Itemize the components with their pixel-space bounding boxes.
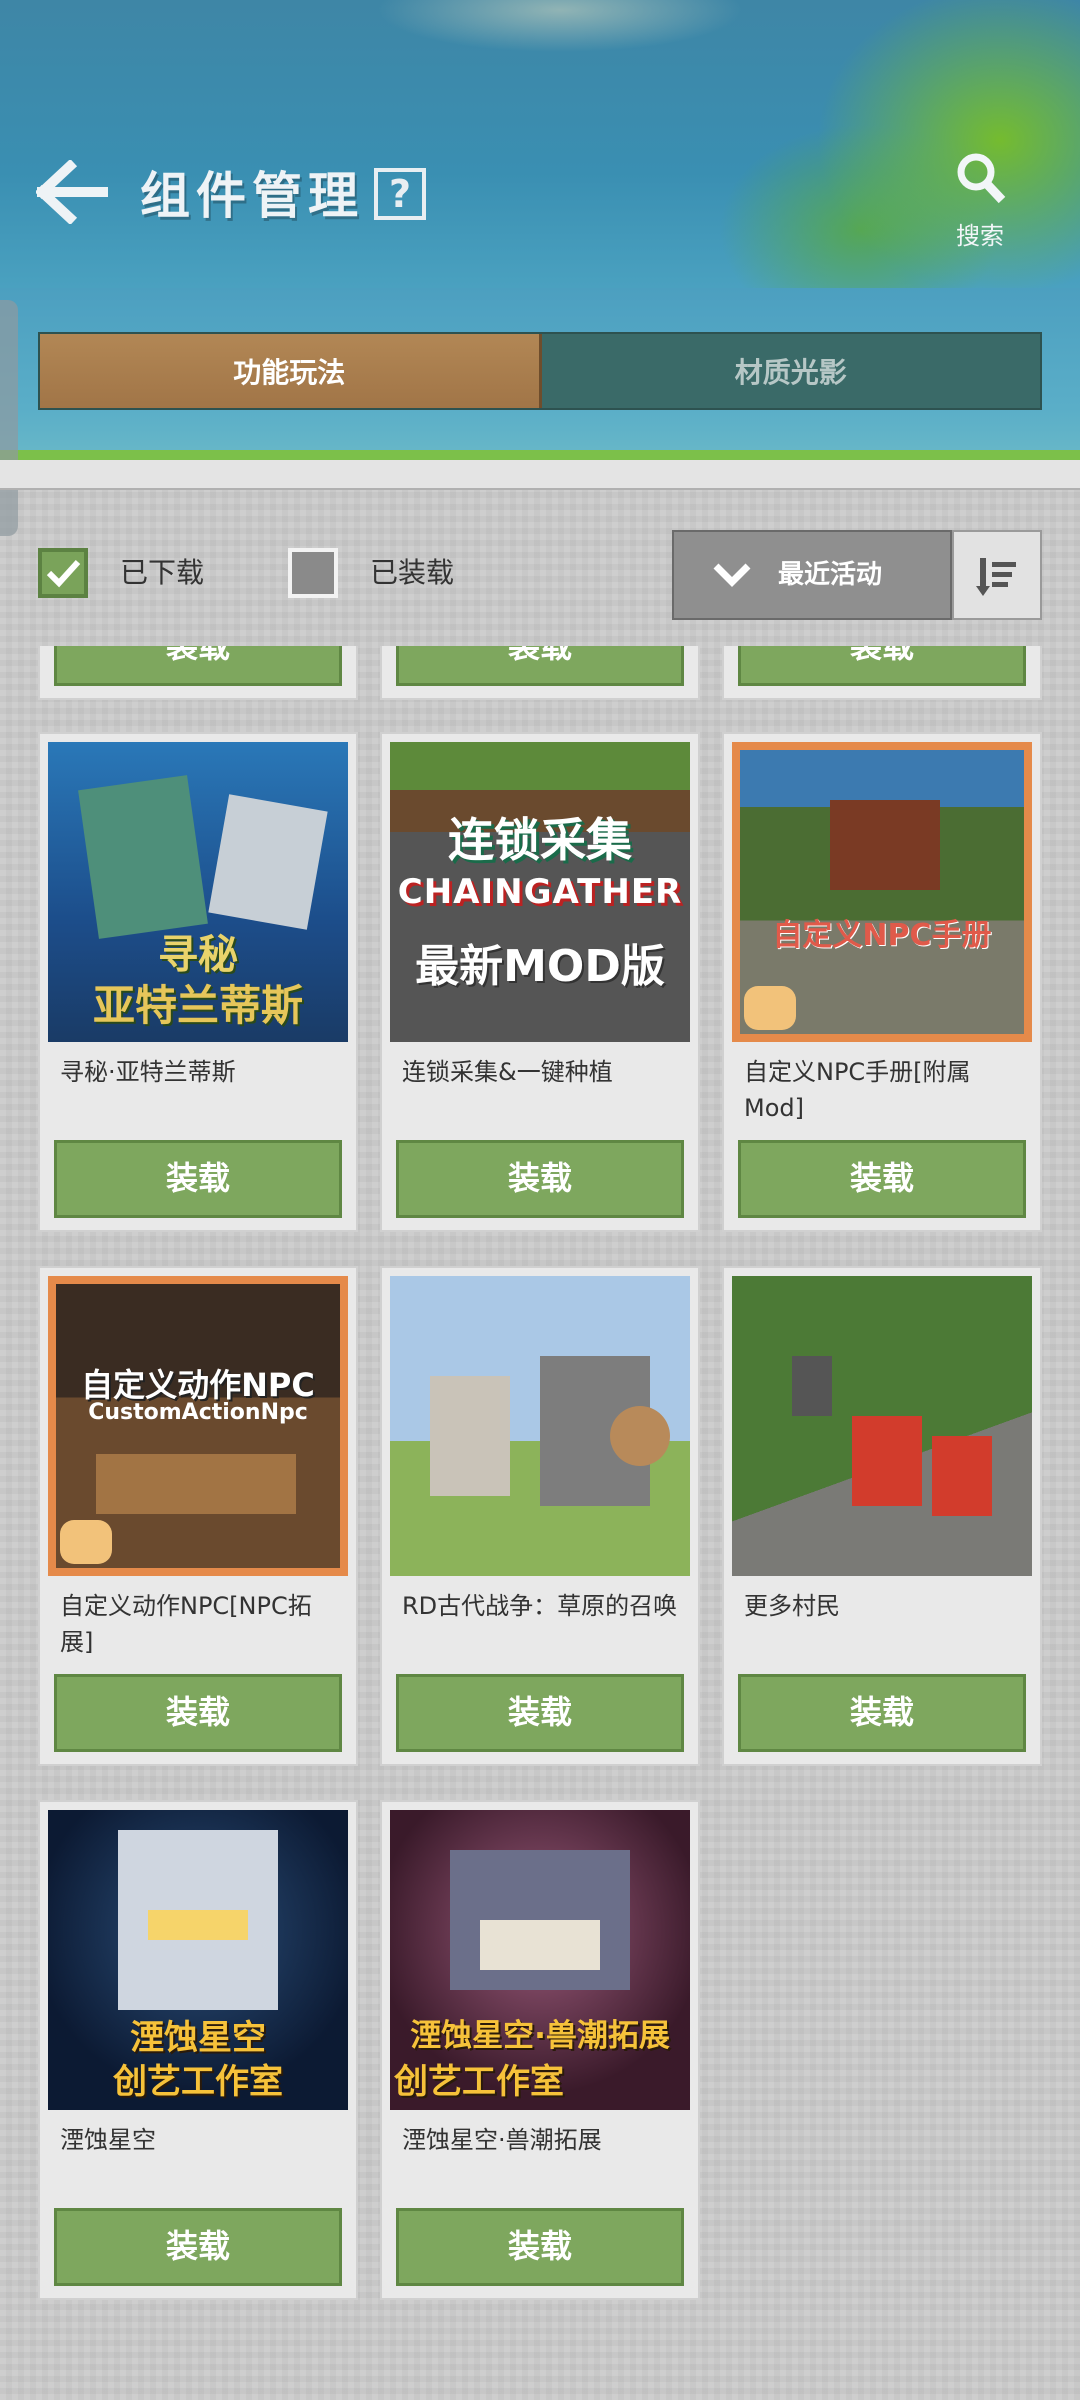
addon-thumbnail xyxy=(732,1276,1032,1576)
installed-label: 已装载 xyxy=(370,556,455,589)
addon-card: 装载 xyxy=(38,646,358,700)
divider xyxy=(0,460,1080,490)
downloaded-checkbox[interactable] xyxy=(38,548,88,598)
category-tabs: 功能玩法 材质光影 xyxy=(38,332,1042,410)
sort-dropdown[interactable]: 最近活动 xyxy=(672,530,952,620)
tab-gameplay[interactable]: 功能玩法 xyxy=(40,334,542,408)
load-button[interactable]: 装载 xyxy=(396,1674,684,1752)
addon-thumbnail: 连锁采集 CHAINGATHER 最新MOD版 xyxy=(390,742,690,1042)
addon-name: 连锁采集&一键种植 xyxy=(402,1058,613,1086)
addon-thumbnail: 寻秘 亚特兰蒂斯 xyxy=(48,742,348,1042)
addon-card[interactable]: 湮蚀星空·兽潮拓展 创艺工作室 湮蚀星空·兽潮拓展 装载 xyxy=(380,1800,700,2300)
sort-order-button[interactable] xyxy=(952,530,1042,620)
load-button[interactable]: 装载 xyxy=(396,2208,684,2286)
installed-checkbox[interactable] xyxy=(288,548,338,598)
addon-card[interactable]: 自定义NPC手册 自定义NPC手册[附属Mod] 装载 xyxy=(722,732,1042,1232)
addon-name: 湮蚀星空·兽潮拓展 xyxy=(402,2126,602,2154)
downloaded-label: 已下载 xyxy=(120,556,205,589)
addon-card[interactable]: RD古代战争：草原的召唤 装载 xyxy=(380,1266,700,1766)
load-button[interactable]: 装载 xyxy=(54,2208,342,2286)
search-button[interactable]: 搜索 xyxy=(940,148,1020,258)
addon-thumbnail: 自定义动作NPC CustomActionNpc xyxy=(48,1276,348,1576)
addon-grid: 装载 装载 装载 寻秘 亚特兰蒂斯 寻秘·亚特兰蒂斯 装载 连锁采集 CHAIN… xyxy=(0,646,1080,2400)
addon-name: 更多村民 xyxy=(744,1592,840,1620)
chevron-down-icon xyxy=(713,563,751,587)
addon-thumbnail: 自定义NPC手册 xyxy=(732,742,1032,1042)
addon-card: 装载 xyxy=(722,646,1042,700)
sort-label: 最近活动 xyxy=(778,560,883,590)
load-button[interactable]: 装载 xyxy=(396,1140,684,1218)
filter-row: 已下载 已装载 最近活动 xyxy=(0,520,1080,624)
load-button[interactable]: 装载 xyxy=(396,646,684,686)
addon-card[interactable]: 寻秘 亚特兰蒂斯 寻秘·亚特兰蒂斯 装载 xyxy=(38,732,358,1232)
load-button[interactable]: 装载 xyxy=(738,646,1026,686)
addon-name: 寻秘·亚特兰蒂斯 xyxy=(60,1058,236,1086)
load-button[interactable]: 装载 xyxy=(54,646,342,686)
addon-card[interactable]: 自定义动作NPC CustomActionNpc 自定义动作NPC[NPC拓展]… xyxy=(38,1266,358,1766)
addon-card[interactable]: 更多村民 装载 xyxy=(722,1266,1042,1766)
addon-thumbnail: 湮蚀星空·兽潮拓展 创艺工作室 xyxy=(390,1810,690,2110)
page-title: 组件管理 xyxy=(140,167,364,225)
sort-descending-icon xyxy=(976,558,1016,596)
cat-logo-icon xyxy=(60,1520,112,1564)
load-button[interactable]: 装载 xyxy=(54,1140,342,1218)
back-arrow-icon[interactable] xyxy=(36,160,108,224)
addon-card[interactable]: 连锁采集 CHAINGATHER 最新MOD版 连锁采集&一键种植 装载 xyxy=(380,732,700,1232)
tab-textures[interactable]: 材质光影 xyxy=(542,334,1041,408)
addon-thumbnail: 湮蚀星空 创艺工作室 xyxy=(48,1810,348,2110)
addon-thumbnail xyxy=(390,1276,690,1576)
addon-name: 湮蚀星空 xyxy=(60,2126,156,2154)
addon-card: 装载 xyxy=(380,646,700,700)
addon-name: 自定义动作NPC[NPC拓展] xyxy=(60,1592,312,1656)
addon-name: RD古代战争：草原的召唤 xyxy=(402,1592,678,1620)
addon-name: 自定义NPC手册[附属Mod] xyxy=(744,1058,971,1122)
load-button[interactable]: 装载 xyxy=(54,1674,342,1752)
addon-card[interactable]: 湮蚀星空 创艺工作室 湮蚀星空 装载 xyxy=(38,1800,358,2300)
search-icon xyxy=(957,153,1006,204)
header-banner: 组件管理 ? 搜索 xyxy=(0,0,1080,288)
cat-logo-icon xyxy=(744,986,796,1030)
help-button[interactable]: ? xyxy=(374,168,426,220)
load-button[interactable]: 装载 xyxy=(738,1674,1026,1752)
side-drawer-handle[interactable] xyxy=(0,300,18,536)
search-label: 搜索 xyxy=(956,222,1004,250)
checkmark-icon xyxy=(46,559,81,588)
load-button[interactable]: 装载 xyxy=(738,1140,1026,1218)
